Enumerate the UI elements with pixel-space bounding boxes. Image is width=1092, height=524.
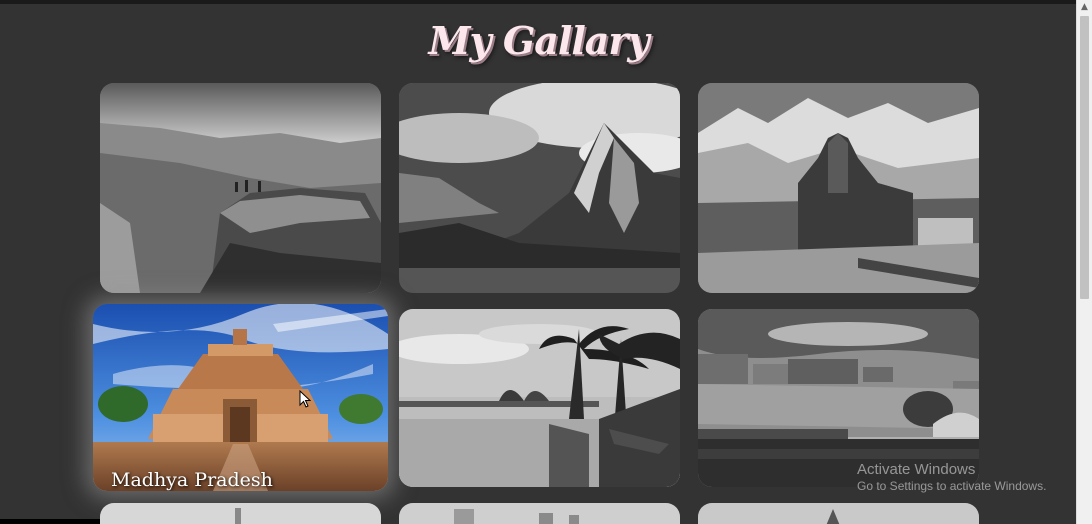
himalayan-temple-photo — [698, 83, 979, 293]
row3-left-photo — [100, 503, 381, 524]
mouse-pointer-icon — [299, 389, 312, 412]
backwater-palms-photo — [399, 309, 680, 487]
row3-right-photo — [698, 503, 979, 524]
vertical-scrollbar[interactable]: ▲ — [1076, 0, 1092, 524]
card-caption: Madhya Pradesh — [111, 469, 273, 491]
gallery-card-mountain-peak[interactable] — [399, 83, 680, 293]
page-title: My Gallary — [428, 18, 649, 63]
gallery-card-himalayan-temple[interactable] — [698, 83, 979, 293]
cliff-fort-photo — [100, 83, 381, 293]
scrollbar-thumb[interactable] — [1080, 16, 1089, 299]
scroll-up-arrow-icon[interactable]: ▲ — [1077, 0, 1092, 15]
gallery-card-backwater-palms[interactable] — [399, 309, 680, 487]
top-border — [0, 0, 1077, 4]
gallery-card-stupa[interactable]: Madhya Pradesh — [93, 304, 388, 491]
gallery-card-cliff-fort[interactable] — [100, 83, 381, 293]
gallery-card-row3-middle[interactable] — [399, 503, 680, 524]
taskbar-edge — [0, 519, 100, 524]
mountain-peak-photo — [399, 83, 680, 293]
stupa-photo — [93, 304, 388, 491]
gallery-card-row3-left[interactable] — [100, 503, 381, 524]
watermark-title: Activate Windows — [857, 461, 976, 478]
activate-windows-watermark: Activate Windows Go to Settings to activ… — [857, 461, 1046, 493]
gallery-card-row3-right[interactable] — [698, 503, 979, 524]
row3-middle-photo — [399, 503, 680, 524]
gallery-page: My Gallary Madhya Pradesh Activate Windo… — [0, 0, 1092, 524]
watermark-subtitle: Go to Settings to activate Windows. — [857, 479, 1047, 493]
